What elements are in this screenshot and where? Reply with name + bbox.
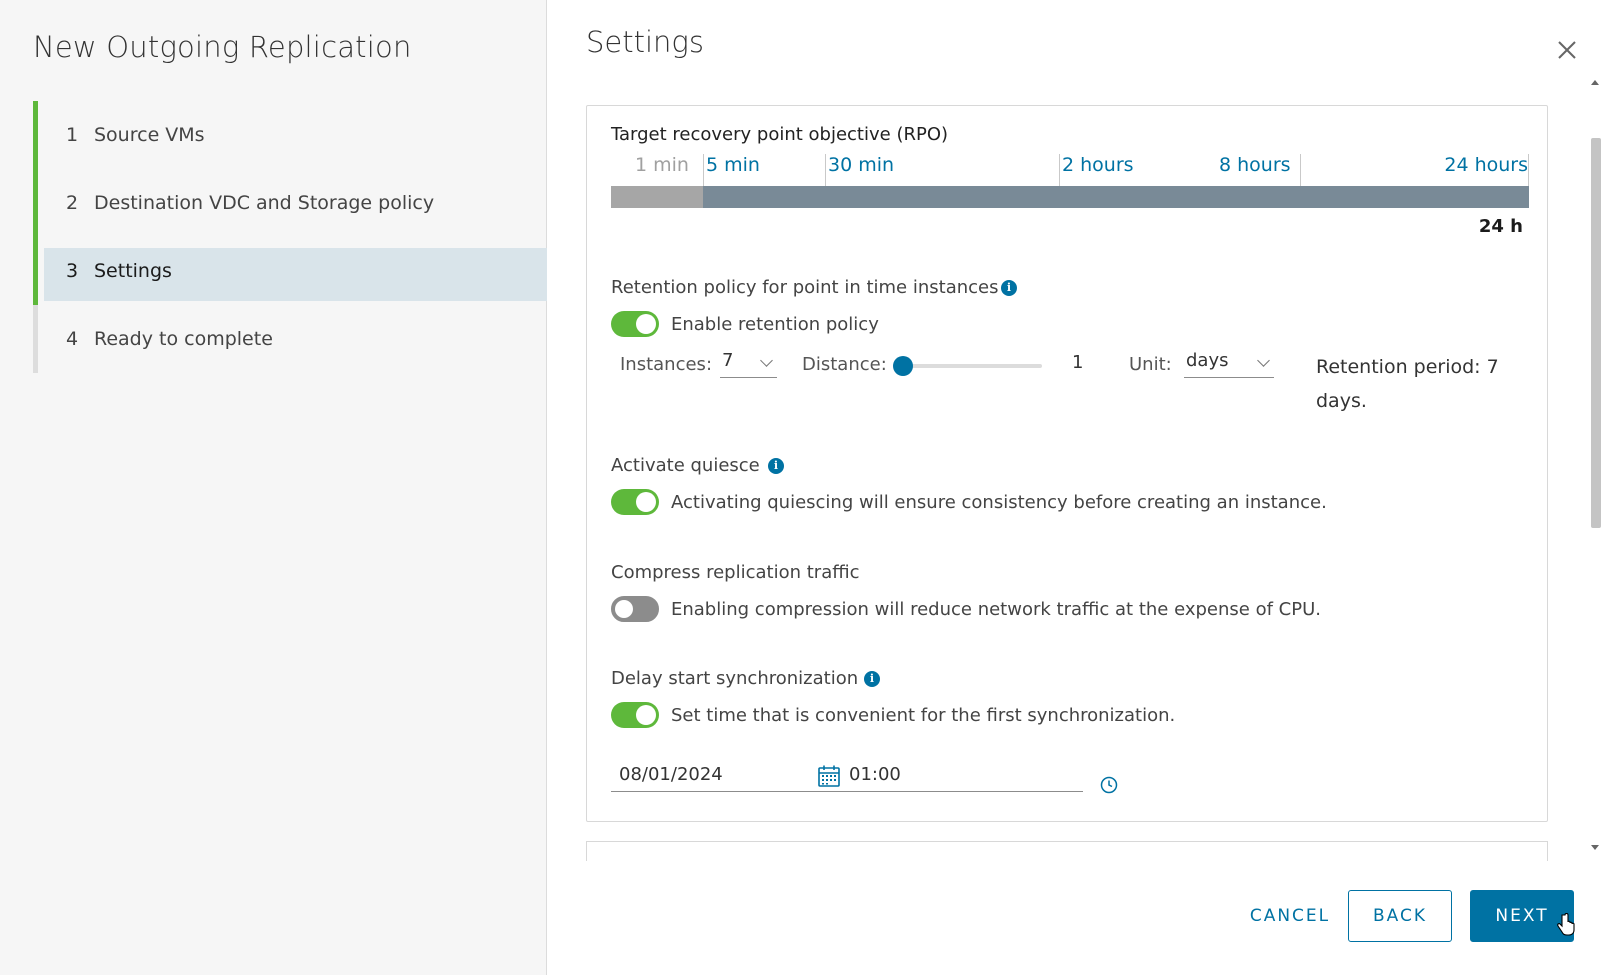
step-ready-to-complete[interactable]: 4 Ready to complete bbox=[33, 305, 547, 373]
toggle-knob bbox=[636, 492, 656, 512]
rpo-tick-30min[interactable]: 30 min bbox=[825, 154, 894, 186]
next-section-card bbox=[586, 841, 1548, 861]
step-progress-bar bbox=[33, 237, 38, 305]
toggle-knob bbox=[636, 314, 656, 334]
wizard-title: New Outgoing Replication bbox=[33, 30, 412, 64]
delay-time-value: 01:00 bbox=[849, 764, 901, 785]
distance-slider-track[interactable] bbox=[897, 364, 1042, 368]
cancel-button[interactable]: CANCEL bbox=[1220, 890, 1360, 942]
step-progress-bar bbox=[33, 169, 38, 237]
settings-card: Target recovery point objective (RPO) 1 … bbox=[586, 105, 1548, 822]
rpo-tick-24hours[interactable]: 24 hours bbox=[1444, 154, 1529, 186]
calendar-icon[interactable] bbox=[817, 764, 841, 788]
retention-toggle-label: Enable retention policy bbox=[671, 314, 879, 335]
scroll-down-arrow[interactable] bbox=[1591, 845, 1599, 850]
step-settings[interactable]: 3 Settings bbox=[33, 237, 547, 305]
rpo-tick-8hours[interactable]: 8 hours bbox=[1219, 154, 1301, 186]
unit-label: Unit: bbox=[1129, 354, 1172, 375]
step-number: 2 bbox=[66, 192, 79, 214]
quiesce-toggle-label: Activating quiescing will ensure consist… bbox=[671, 492, 1327, 513]
clock-icon[interactable] bbox=[1100, 776, 1118, 794]
delay-toggle[interactable] bbox=[611, 702, 659, 728]
distance-value: 1 bbox=[1072, 352, 1084, 373]
scroll-up-arrow[interactable] bbox=[1591, 80, 1599, 85]
step-label: Ready to complete bbox=[94, 328, 273, 350]
compress-toggle-label: Enabling compression will reduce network… bbox=[671, 599, 1321, 620]
rpo-scale[interactable]: 1 min 5 min 30 min 2 hours 8 hours 24 ho… bbox=[611, 154, 1529, 186]
quiesce-label: Activate quiesce bbox=[611, 455, 760, 476]
content-scrollbar[interactable] bbox=[1589, 80, 1601, 850]
retention-period-text: Retention period: 7 days. bbox=[1316, 356, 1499, 412]
retention-label: Retention policy for point in time insta… bbox=[611, 277, 999, 298]
quiesce-info-icon[interactable]: i bbox=[768, 458, 784, 474]
page-title: Settings bbox=[586, 25, 704, 59]
instances-value: 7 bbox=[722, 350, 734, 371]
instances-label: Instances: bbox=[620, 354, 713, 375]
distance-label: Distance: bbox=[802, 354, 887, 375]
delay-date-input[interactable]: 08/01/2024 bbox=[611, 758, 841, 792]
delay-label: Delay start synchronization bbox=[611, 668, 859, 689]
scrollbar-thumb[interactable] bbox=[1591, 138, 1601, 528]
delay-time-input[interactable]: 01:00 bbox=[841, 758, 1083, 792]
close-icon[interactable] bbox=[1553, 36, 1581, 64]
step-destination-vdc[interactable]: 2 Destination VDC and Storage policy bbox=[33, 169, 547, 237]
delay-info-icon[interactable]: i bbox=[864, 671, 880, 687]
step-label: Source VMs bbox=[94, 124, 205, 146]
chevron-down-icon bbox=[1257, 354, 1270, 367]
rpo-tick-5min[interactable]: 5 min bbox=[703, 154, 760, 186]
rpo-label: Target recovery point objective (RPO) bbox=[611, 124, 949, 145]
step-progress-bar bbox=[33, 305, 38, 373]
toggle-knob bbox=[615, 600, 633, 618]
chevron-down-icon bbox=[760, 354, 773, 367]
rpo-slider-bar[interactable] bbox=[611, 186, 1529, 208]
step-number: 4 bbox=[66, 328, 79, 350]
step-number: 1 bbox=[66, 124, 79, 146]
delay-date-value: 08/01/2024 bbox=[619, 764, 723, 785]
distance-slider-handle[interactable] bbox=[893, 356, 913, 376]
wizard-nav: New Outgoing Replication 1 Source VMs 2 … bbox=[0, 0, 547, 975]
delay-toggle-label: Set time that is convenient for the firs… bbox=[671, 705, 1176, 726]
step-label: Destination VDC and Storage policy bbox=[94, 192, 435, 214]
back-button[interactable]: BACK bbox=[1348, 890, 1452, 942]
instances-select[interactable]: 7 bbox=[720, 350, 777, 378]
retention-toggle[interactable] bbox=[611, 311, 659, 337]
quiesce-toggle[interactable] bbox=[611, 489, 659, 515]
rpo-disabled-segment bbox=[611, 186, 703, 208]
rpo-value: 24 h bbox=[1478, 216, 1523, 237]
step-number: 3 bbox=[66, 260, 79, 282]
rpo-tick-2hours[interactable]: 2 hours bbox=[1059, 154, 1134, 186]
step-progress-bar bbox=[33, 101, 38, 169]
step-source-vms[interactable]: 1 Source VMs bbox=[33, 101, 547, 169]
compress-label: Compress replication traffic bbox=[611, 562, 860, 583]
compress-toggle[interactable] bbox=[611, 596, 659, 622]
hand-cursor-icon bbox=[1557, 913, 1575, 936]
unit-select[interactable]: days bbox=[1184, 350, 1274, 378]
unit-value: days bbox=[1186, 350, 1229, 371]
step-label: Settings bbox=[94, 260, 172, 282]
retention-info-icon[interactable]: i bbox=[1001, 280, 1017, 296]
wizard-steps: 1 Source VMs 2 Destination VDC and Stora… bbox=[33, 101, 547, 373]
toggle-knob bbox=[636, 705, 656, 725]
rpo-tick-1min[interactable]: 1 min bbox=[611, 154, 703, 186]
